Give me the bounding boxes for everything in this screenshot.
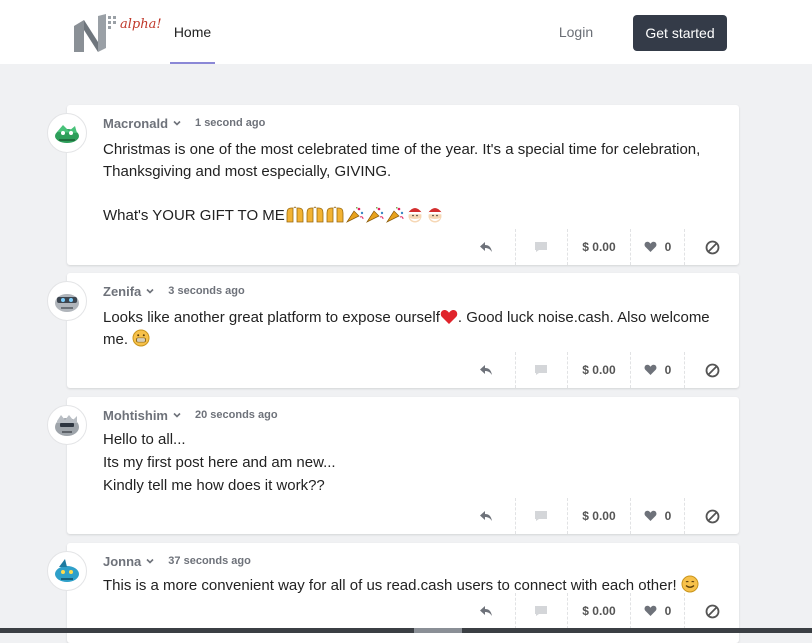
block-icon xyxy=(705,509,720,523)
party-popper-icon xyxy=(365,207,384,223)
like-count: 0 xyxy=(664,604,672,618)
tip-amount: $ 0.00 xyxy=(582,363,616,377)
comment-button[interactable] xyxy=(514,229,568,265)
chevron-down-icon[interactable] xyxy=(146,557,154,565)
avatar-creature-icon xyxy=(55,125,79,143)
heart-icon xyxy=(644,364,657,375)
raising-hands-icon xyxy=(286,206,304,223)
block-button[interactable] xyxy=(684,498,739,534)
comment-button[interactable] xyxy=(514,352,568,388)
avatar[interactable] xyxy=(47,281,87,321)
reply-button[interactable] xyxy=(457,352,515,388)
red-heart-icon xyxy=(440,310,458,324)
like-count: 0 xyxy=(664,509,672,523)
block-button[interactable] xyxy=(684,229,739,265)
comment-icon xyxy=(535,365,548,375)
like-button[interactable]: 0 xyxy=(629,229,685,265)
timestamp[interactable]: 20 seconds ago xyxy=(195,409,278,421)
tip-button[interactable]: $ 0.00 xyxy=(567,229,629,265)
post-text: Hello to all... Its my first post here a… xyxy=(103,431,336,494)
avatar[interactable] xyxy=(47,405,87,445)
post-text-content: This is a more convenient way for all of… xyxy=(103,577,677,594)
comment-icon xyxy=(535,606,548,616)
post-text: Christmas is one of the most celebrated … xyxy=(103,139,723,227)
timestamp[interactable]: 3 seconds ago xyxy=(168,285,244,297)
reply-icon xyxy=(479,606,492,616)
comment-icon xyxy=(535,511,548,521)
reply-icon xyxy=(479,365,492,375)
tip-amount: $ 0.00 xyxy=(582,604,616,618)
smiling-face-icon xyxy=(681,575,699,593)
username[interactable]: Mohtishim xyxy=(103,408,168,423)
post-card: Zenifa 3 seconds ago Looks like another … xyxy=(47,273,739,388)
reply-icon xyxy=(479,242,492,252)
tip-amount: $ 0.00 xyxy=(582,509,616,523)
post-card: Mohtishim 20 seconds ago Hello to all...… xyxy=(47,397,739,534)
avatar-creature-icon xyxy=(55,559,79,582)
get-started-button[interactable]: Get started xyxy=(633,15,727,51)
post-actions: $ 0.00 0 xyxy=(457,352,739,388)
like-button[interactable]: 0 xyxy=(629,352,685,388)
chevron-down-icon[interactable] xyxy=(173,411,181,419)
nav-home-tab[interactable]: Home xyxy=(170,0,215,64)
post-actions: $ 0.00 0 xyxy=(457,229,739,265)
heart-icon xyxy=(644,510,657,521)
avatar[interactable] xyxy=(47,551,87,591)
raising-hands-icon xyxy=(306,206,324,223)
avatar-creature-icon xyxy=(55,294,79,312)
like-button[interactable]: 0 xyxy=(629,498,685,534)
horizontal-scrollbar[interactable] xyxy=(0,628,812,633)
reply-button[interactable] xyxy=(457,498,515,534)
reply-icon xyxy=(479,511,492,521)
reply-button[interactable] xyxy=(457,229,515,265)
top-navbar: alpha! Home Login Get started xyxy=(0,0,812,64)
like-count: 0 xyxy=(664,240,672,254)
timestamp[interactable]: 37 seconds ago xyxy=(168,555,251,567)
raising-hands-icon xyxy=(326,206,344,223)
block-icon xyxy=(705,240,720,254)
santa-icon xyxy=(427,208,442,223)
svg-text:alpha!: alpha! xyxy=(120,17,162,32)
username[interactable]: Jonna xyxy=(103,554,141,569)
heart-icon xyxy=(644,605,657,616)
like-button[interactable]: 0 xyxy=(629,593,685,629)
party-popper-icon xyxy=(345,207,364,223)
grinning-face-icon xyxy=(132,329,150,347)
party-popper-icon xyxy=(385,207,404,223)
block-icon xyxy=(705,604,720,618)
chevron-down-icon[interactable] xyxy=(146,287,154,295)
avatar[interactable] xyxy=(47,113,87,153)
username[interactable]: Macronald xyxy=(103,116,168,131)
avatar-creature-icon xyxy=(55,415,79,436)
noise-cash-logo[interactable]: alpha! xyxy=(72,12,162,54)
comment-button[interactable] xyxy=(514,498,568,534)
tip-button[interactable]: $ 0.00 xyxy=(567,352,629,388)
chevron-down-icon[interactable] xyxy=(173,119,181,127)
comment-button[interactable] xyxy=(514,593,568,629)
emoji-row xyxy=(285,206,445,224)
block-button[interactable] xyxy=(684,352,739,388)
post-card: Macronald 1 second ago Christmas is one … xyxy=(47,105,739,265)
post-text: Looks like another great platform to exp… xyxy=(103,307,723,351)
post-text-content: Looks like another great platform to exp… xyxy=(103,309,440,326)
post-actions: $ 0.00 0 xyxy=(457,498,739,534)
scrollbar-thumb[interactable] xyxy=(414,628,462,633)
heart-icon xyxy=(644,241,657,252)
reply-button[interactable] xyxy=(457,593,515,629)
tip-button[interactable]: $ 0.00 xyxy=(567,593,629,629)
username[interactable]: Zenifa xyxy=(103,284,141,299)
post-actions: $ 0.00 0 xyxy=(457,593,739,629)
tip-amount: $ 0.00 xyxy=(582,240,616,254)
santa-icon xyxy=(407,208,422,223)
comment-icon xyxy=(535,242,548,252)
timestamp[interactable]: 1 second ago xyxy=(195,117,265,129)
tip-button[interactable]: $ 0.00 xyxy=(567,498,629,534)
like-count: 0 xyxy=(664,363,672,377)
login-link[interactable]: Login xyxy=(550,0,602,64)
block-button[interactable] xyxy=(684,593,739,629)
block-icon xyxy=(705,363,720,377)
